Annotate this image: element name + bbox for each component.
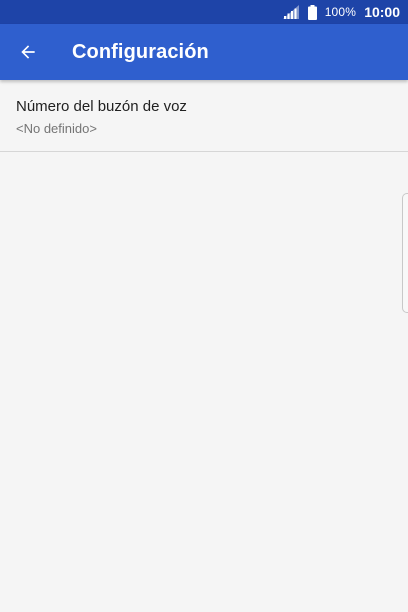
setting-title: Número del buzón de voz bbox=[16, 98, 187, 115]
signal-icon bbox=[282, 5, 299, 19]
battery-icon bbox=[307, 4, 317, 20]
edge-panel-handle[interactable] bbox=[402, 193, 408, 313]
page-title: Configuración bbox=[72, 41, 209, 63]
arrow-back-icon bbox=[21, 45, 35, 59]
setting-summary: <No definido> bbox=[16, 121, 97, 136]
app-bar: Configuración bbox=[0, 24, 408, 80]
status-bar: 100% 10:00 bbox=[0, 0, 408, 24]
divider bbox=[0, 151, 408, 152]
back-button[interactable] bbox=[10, 34, 46, 70]
status-icons: 100% 10:00 bbox=[282, 0, 400, 24]
battery-percent: 100% bbox=[324, 5, 357, 19]
setting-item-voicemail-number[interactable]: Número del buzón de voz <No definido> bbox=[0, 80, 408, 152]
clock: 10:00 bbox=[364, 4, 400, 20]
